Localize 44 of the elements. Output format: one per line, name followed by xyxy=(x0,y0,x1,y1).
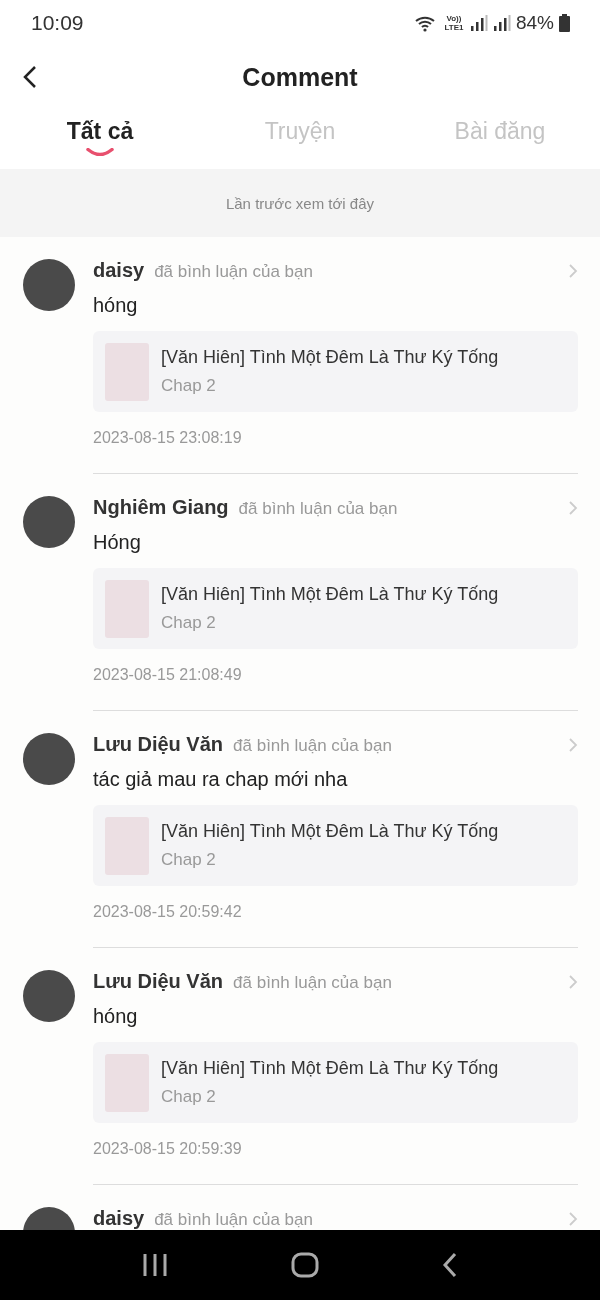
comment-text: Hóng xyxy=(93,531,142,554)
user-name[interactable]: Lưu Diệu Văn xyxy=(93,970,224,993)
page-title: Comment xyxy=(242,63,358,92)
chapter-label: Chap 2 xyxy=(161,850,217,870)
chapter-label: Chap 2 xyxy=(161,1087,217,1107)
chapter-label: Chap 2 xyxy=(161,613,217,633)
story-card[interactable]: [Văn Hiên] Tình Một Đêm Là Thư Ký Tống Chap 2 xyxy=(93,805,578,886)
network-label: Vo)) LTE1 xyxy=(443,13,465,32)
story-card[interactable]: [Văn Hiên] Tình Một Đêm Là Thư Ký Tống Chap 2 xyxy=(93,331,578,412)
comment-text: tác giả mau ra chap mới nha xyxy=(93,768,349,791)
clock-time: 10:09 xyxy=(31,10,85,35)
comment-time: 2023-08-15 21:08:49 xyxy=(93,666,243,684)
comment-time: 2023-08-15 20:59:39 xyxy=(93,1140,243,1158)
user-name[interactable]: daisy xyxy=(93,259,145,282)
action-text: đã bình luận của bạn xyxy=(233,973,393,993)
comment-text: hóng xyxy=(93,294,139,317)
user-name[interactable]: Lưu Diệu Văn xyxy=(93,733,224,756)
story-card[interactable]: [Văn Hiên] Tình Một Đêm Là Thư Ký Tống Chap 2 xyxy=(93,568,578,649)
story-title: [Văn Hiên] Tình Một Đêm Là Thư Ký Tống xyxy=(161,1058,499,1079)
banner-text: Lần trước xem tới đây xyxy=(225,194,375,212)
avatar[interactable] xyxy=(23,259,75,311)
user-name[interactable]: Nghiêm Giang xyxy=(93,496,229,519)
avatar[interactable] xyxy=(23,496,75,548)
battery-icon xyxy=(559,13,570,32)
avatar[interactable] xyxy=(23,733,75,785)
signal-icon xyxy=(469,14,488,31)
story-title: [Văn Hiên] Tình Một Đêm Là Thư Ký Tống xyxy=(161,584,499,605)
comment-time: 2023-08-15 23:08:19 xyxy=(93,429,243,447)
tab-indicator xyxy=(86,148,114,156)
comment-text: hóng xyxy=(93,1005,139,1028)
action-text: đã bình luận của bạn xyxy=(233,736,393,756)
action-text: đã bình luận của bạn xyxy=(238,499,399,519)
user-name[interactable]: daisy xyxy=(93,1207,145,1230)
avatar[interactable] xyxy=(23,970,75,1022)
story-title: [Văn Hiên] Tình Một Đêm Là Thư Ký Tống xyxy=(161,821,499,842)
action-text: đã bình luận của bạn xyxy=(154,262,314,282)
story-card[interactable]: [Văn Hiên] Tình Một Đêm Là Thư Ký Tống Chap 2 xyxy=(93,1042,578,1123)
comment-time: 2023-08-15 20:59:42 xyxy=(93,903,243,921)
signal-icon xyxy=(492,14,511,31)
story-title: [Văn Hiên] Tình Một Đêm Là Thư Ký Tống xyxy=(161,347,499,368)
action-text: đã bình luận của bạn xyxy=(154,1210,314,1230)
tab[interactable]: Tất cả xyxy=(0,110,200,167)
chapter-label: Chap 2 xyxy=(161,376,217,396)
battery-percent: 84% xyxy=(515,11,554,34)
